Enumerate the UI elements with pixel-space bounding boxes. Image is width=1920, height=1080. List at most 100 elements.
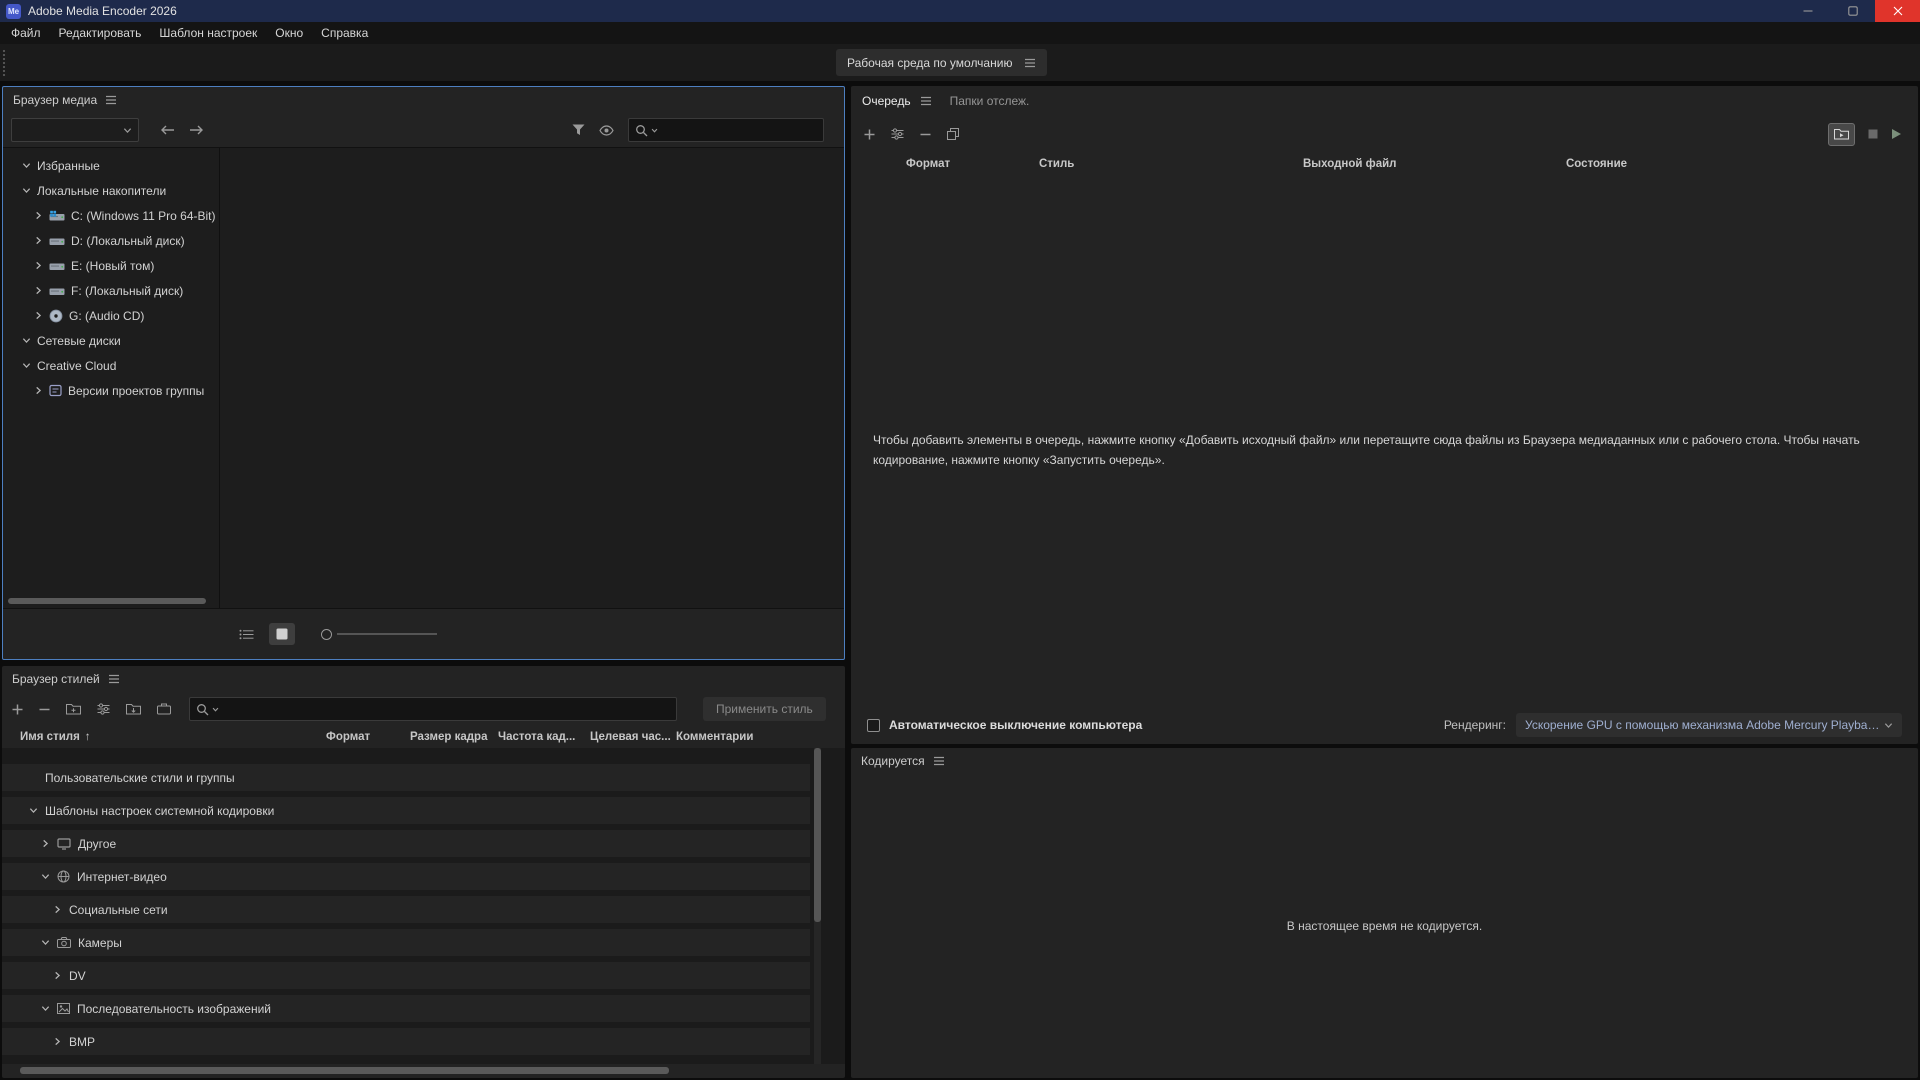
zoom-slider-track[interactable] [337,633,437,635]
preset-group-row[interactable]: Социальные сети [2,896,810,923]
preset-group-row[interactable]: Другое [2,830,810,857]
preset-group-row[interactable]: BMP [2,1028,810,1055]
chevron-down-icon[interactable] [21,186,31,195]
column-header-frame-rate[interactable]: Частота кад... [498,731,590,743]
column-header-preset[interactable]: Стиль [1039,158,1303,170]
chevron-down-icon[interactable] [40,938,50,947]
menu-item-window[interactable]: Окно [266,22,312,44]
scrollbar-thumb[interactable] [8,598,206,604]
chevron-right-icon[interactable] [33,311,43,320]
preset-group-row[interactable]: Пользовательские стили и группы [2,764,810,791]
renderer-dropdown[interactable]: Ускорение GPU с помощью механизма Adobe … [1516,713,1902,737]
chevron-right-icon[interactable] [40,839,50,848]
preset-settings-button[interactable] [97,703,110,715]
chevron-right-icon[interactable] [33,286,43,295]
panel-menu-icon[interactable] [933,756,945,766]
add-source-button[interactable] [864,129,875,140]
auto-shutdown-checkbox[interactable] [867,719,880,732]
menu-item-help[interactable]: Справка [312,22,377,44]
chevron-right-icon[interactable] [52,971,62,980]
chevron-down-icon[interactable] [40,1004,50,1013]
column-header-name[interactable]: Имя стиля ↑ [20,731,326,743]
preset-group-row[interactable]: Шаблоны настроек системной кодировки [2,797,810,824]
panel-menu-icon[interactable] [105,95,117,105]
new-group-button[interactable] [66,703,81,715]
column-header-status[interactable]: Состояние [1566,158,1918,170]
chevron-right-icon[interactable] [33,386,43,395]
tab-watch-folders[interactable]: Папки отслеж. [950,94,1030,108]
media-tree-item[interactable]: Версии проектов группы [3,378,219,403]
preview-toggle-button[interactable] [599,125,614,136]
column-header-output-file[interactable]: Выходной файл [1303,158,1566,170]
new-preset-button[interactable] [12,704,23,715]
media-search-input[interactable] [661,123,817,137]
tab-queue[interactable]: Очередь [862,94,911,108]
panel-menu-icon[interactable] [920,96,932,106]
media-tree-item[interactable]: Creative Cloud [3,353,219,378]
import-preset-button[interactable] [126,703,141,715]
menu-item-edit[interactable]: Редактировать [50,22,151,44]
watch-folder-auto-encode-toggle[interactable] [1828,123,1855,146]
thumbnail-view-button[interactable] [269,623,295,645]
preset-hscrollbar[interactable] [20,1067,669,1074]
watch-folder-icon [1834,128,1849,140]
chevron-right-icon[interactable] [33,236,43,245]
menu-item-preset[interactable]: Шаблон настроек [150,22,266,44]
column-header-target-rate[interactable]: Целевая час... [590,731,676,743]
media-tree-item[interactable]: Избранные [3,153,219,178]
list-view-button[interactable] [233,623,259,645]
add-output-button[interactable] [891,128,904,140]
image-sequence-icon [57,1003,70,1014]
column-header-frame-size[interactable]: Размер кадра [410,731,498,743]
preset-group-row[interactable]: Интернет-видео [2,863,810,890]
remove-item-button[interactable] [920,129,931,140]
chevron-down-icon[interactable] [21,361,31,370]
chevron-down-icon[interactable] [21,336,31,345]
column-header-comments[interactable]: Комментарии [676,731,845,743]
media-tree-item[interactable]: Сетевые диски [3,328,219,353]
media-tree-item[interactable]: G: (Audio CD) [3,303,219,328]
zoom-slider-knob[interactable] [321,629,332,640]
minimize-button[interactable] [1785,0,1830,22]
menu-item-file[interactable]: Файл [2,22,50,44]
media-source-dropdown[interactable] [11,118,139,142]
stop-queue-button[interactable] [1868,129,1878,139]
filter-button[interactable] [572,124,585,136]
chevron-right-icon[interactable] [52,905,62,914]
close-button[interactable] [1875,0,1920,22]
maximize-button[interactable] [1830,0,1875,22]
scrollbar-thumb[interactable] [814,748,821,922]
media-tree-item[interactable]: D: (Локальный диск) [3,228,219,253]
apply-preset-button[interactable]: Применить стиль [703,697,826,721]
chevron-down-icon[interactable] [21,161,31,170]
delete-preset-button[interactable] [39,704,50,715]
chevron-right-icon[interactable] [52,1037,62,1046]
preset-group-row[interactable]: Последовательность изображений [2,995,810,1022]
workspace-bar-grip[interactable] [2,49,7,76]
preset-search-input[interactable] [222,702,670,716]
preset-group-row[interactable]: DV [2,962,810,989]
media-tree-item[interactable]: C: (Windows 11 Pro 64-Bit) [3,203,219,228]
column-header-format[interactable]: Формат [326,731,410,743]
preset-vscrollbar[interactable] [814,748,821,1064]
export-preset-button[interactable] [157,703,171,715]
media-tree-hscrollbar[interactable] [8,598,212,605]
duplicate-item-button[interactable] [947,128,959,140]
media-tree-item[interactable]: F: (Локальный диск) [3,278,219,303]
chevron-down-icon[interactable] [40,872,50,881]
preset-group-row[interactable]: Камеры [2,929,810,956]
workspace-tab[interactable]: Рабочая среда по умолчанию [836,49,1047,76]
start-queue-button[interactable] [1891,128,1902,140]
media-tree-item[interactable]: Локальные накопители [3,178,219,203]
chevron-down-icon[interactable] [28,806,38,815]
forward-button[interactable] [189,125,203,135]
workspace-menu-icon[interactable] [1024,58,1036,68]
auto-shutdown-label[interactable]: Автоматическое выключение компьютера [889,718,1142,732]
chevron-right-icon[interactable] [33,261,43,270]
media-tree-item[interactable]: E: (Новый том) [3,253,219,278]
panel-menu-icon[interactable] [108,674,120,684]
chevron-right-icon[interactable] [33,211,43,220]
zoom-slider[interactable] [321,629,437,640]
column-header-format[interactable]: Формат [906,158,1039,170]
back-button[interactable] [161,125,175,135]
